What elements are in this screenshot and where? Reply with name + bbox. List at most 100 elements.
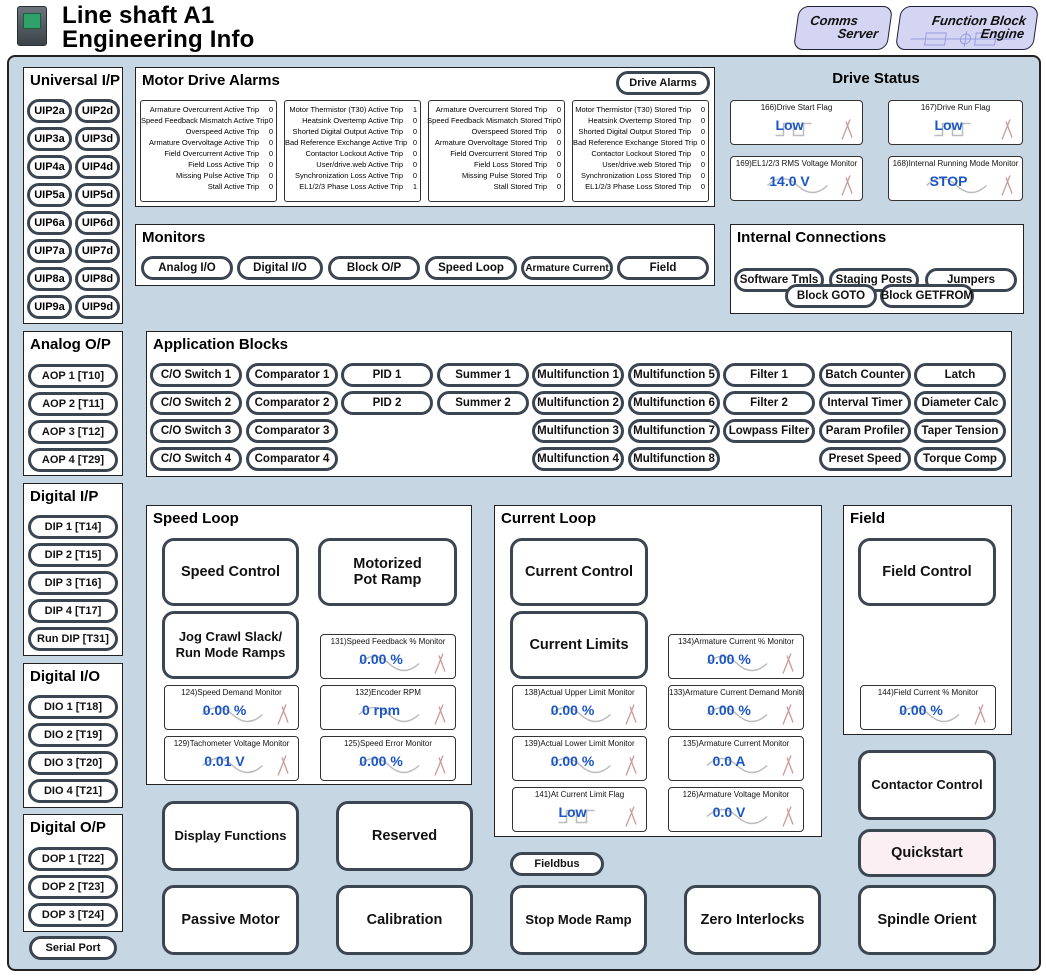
application-block-button[interactable]: Multifunction 6 [628,391,720,415]
monitor-link-button[interactable]: Analog I/O [141,256,233,280]
monitor-link-button[interactable]: Block O/P [328,256,420,280]
alarm-label: Bad Reference Exchange Stored Trip [573,138,698,147]
application-block-button[interactable]: Multifunction 2 [532,391,624,415]
application-block-button[interactable]: Comparator 1 [246,363,338,387]
passive-motor-button[interactable]: Passive Motor [162,885,299,955]
application-block-button[interactable]: Multifunction 1 [532,363,624,387]
current-control-button[interactable]: Current Control [510,538,648,606]
application-block-button[interactable]: Summer 2 [437,391,529,415]
serial-port-button[interactable]: Serial Port [29,936,117,960]
jog-crawl-slack-button[interactable]: Jog Crawl Slack/ Run Mode Ramps [162,611,299,679]
application-block-button[interactable]: C/O Switch 1 [150,363,242,387]
digital-op-button[interactable]: DOP 3 [T24] [28,903,118,927]
zero-interlocks-button[interactable]: Zero Interlocks [684,885,821,955]
application-block-button[interactable]: Batch Counter [819,363,911,387]
monitor-link-button[interactable]: Speed Loop [425,256,517,280]
digital-op-button[interactable]: DOP 1 [T22] [28,847,118,871]
digital-ip-button[interactable]: DIP 3 [T16] [28,571,118,595]
application-block-button[interactable]: Torque Comp [914,447,1006,471]
application-block-button[interactable]: Comparator 3 [246,419,338,443]
analog-op-button[interactable]: AOP 4 [T29] [28,448,118,472]
monitor-link-button[interactable]: Field [617,256,709,280]
application-block-button[interactable]: Comparator 2 [246,391,338,415]
digital-io-button[interactable]: DIO 4 [T21] [28,779,118,803]
application-block-button[interactable]: Comparator 4 [246,447,338,471]
application-block-button[interactable]: Multifunction 7 [628,419,720,443]
application-block-button[interactable]: Param Profiler [819,419,911,443]
drive-alarms-button[interactable]: Drive Alarms [616,71,710,95]
monitor-box: 126)Armature Voltage Monitor 0.0 V [668,787,804,832]
digital-op-button[interactable]: DOP 2 [T23] [28,875,118,899]
current-limits-button[interactable]: Current Limits [510,611,648,679]
alarm-value: 0 [412,138,417,147]
application-block-button[interactable]: C/O Switch 3 [150,419,242,443]
uip-button[interactable]: UIP3d [75,127,120,151]
digital-ip-button[interactable]: Run DIP [T31] [28,627,118,651]
uip-button[interactable]: UIP6a [27,211,72,235]
reserved-button[interactable]: Reserved [336,801,473,871]
spindle-orient-button[interactable]: Spindle Orient [858,885,996,955]
digital-io-button[interactable]: DIO 1 [T18] [28,695,118,719]
application-block-button[interactable]: Taper Tension [914,419,1006,443]
uip-button[interactable]: UIP7d [75,239,120,263]
application-block-button[interactable]: PID 2 [341,391,433,415]
application-block-button[interactable]: Multifunction 4 [532,447,624,471]
analog-op-button[interactable]: AOP 1 [T10] [28,364,118,388]
uip-button[interactable]: UIP2d [75,99,120,123]
calibration-button[interactable]: Calibration [336,885,473,955]
application-block-button[interactable]: Multifunction 3 [532,419,624,443]
quickstart-button[interactable]: Quickstart [858,829,996,877]
analog-op-button[interactable]: AOP 3 [T12] [28,420,118,444]
monitor-link-button[interactable]: Armature Current [521,256,613,280]
field-control-button[interactable]: Field Control [858,538,996,606]
application-block-button[interactable]: C/O Switch 2 [150,391,242,415]
motorized-pot-ramp-button[interactable]: Motorized Pot Ramp [318,538,457,606]
analog-op-button[interactable]: AOP 2 [T11] [28,392,118,416]
internal-connection-button[interactable]: Block GOTO [785,284,877,308]
application-block-button[interactable]: Filter 2 [723,391,815,415]
stop-mode-ramp-button[interactable]: Stop Mode Ramp [510,885,647,955]
uip-button[interactable]: UIP6d [75,211,120,235]
uip-button[interactable]: UIP8d [75,267,120,291]
uip-button[interactable]: UIP9d [75,295,120,319]
digital-io-button[interactable]: DIO 2 [T19] [28,723,118,747]
speed-control-button[interactable]: Speed Control [162,538,299,606]
uip-button[interactable]: UIP9a [27,295,72,319]
application-block-button[interactable]: C/O Switch 4 [150,447,242,471]
function-block-engine-tab[interactable]: Function Block Engine [894,6,1040,50]
contactor-control-button[interactable]: Contactor Control [858,750,996,820]
uip-button[interactable]: UIP7a [27,239,72,263]
digital-ip-button[interactable]: DIP 1 [T14] [28,515,118,539]
uip-button[interactable]: UIP3a [27,127,72,151]
application-block-button[interactable]: PID 1 [341,363,433,387]
monitor-link-button[interactable]: Digital I/O [237,256,323,280]
uip-button[interactable]: UIP5a [27,183,72,207]
comms-server-tab[interactable]: Comms Server [792,6,894,50]
monitor-value: 0.00 % [550,753,595,769]
uip-button[interactable]: UIP5d [75,183,120,207]
application-block-button[interactable]: Multifunction 8 [628,447,720,471]
digital-io-button[interactable]: DIO 3 [T20] [28,751,118,775]
alarm-label: Armature Overvoltage Stored Trip [434,138,547,147]
application-block-button[interactable]: Multifunction 5 [628,363,720,387]
application-block-button[interactable]: Filter 1 [723,363,815,387]
internal-connection-button[interactable]: Block GETFROM [880,284,974,308]
monitor-box: 138)Actual Upper Limit Monitor 0.00 % [512,685,647,730]
digital-ip-button[interactable]: DIP 4 [T17] [28,599,118,623]
digital-ip-button[interactable]: DIP 2 [T15] [28,543,118,567]
uip-button[interactable]: UIP4a [27,155,72,179]
uip-button[interactable]: UIP8a [27,267,72,291]
application-block-button[interactable]: Preset Speed [819,447,911,471]
application-block-button[interactable]: Summer 1 [437,363,529,387]
alarm-row: Synchronization Loss Stored Trip 0 [573,170,708,181]
fieldbus-button[interactable]: Fieldbus [510,852,604,876]
application-block-button[interactable]: Diameter Calc [914,391,1006,415]
uip-button[interactable]: UIP4d [75,155,120,179]
application-block-button[interactable]: Lowpass Filter [723,419,815,443]
uip-button[interactable]: UIP2a [27,99,72,123]
application-block-button[interactable]: Interval Timer [819,391,911,415]
application-block-button[interactable]: Latch [914,363,1006,387]
display-functions-button[interactable]: Display Functions [162,801,299,871]
alarm-row: Stall Stored Trip 0 [429,181,564,192]
monitor-box: 166)Drive Start Flag Low [730,100,863,145]
